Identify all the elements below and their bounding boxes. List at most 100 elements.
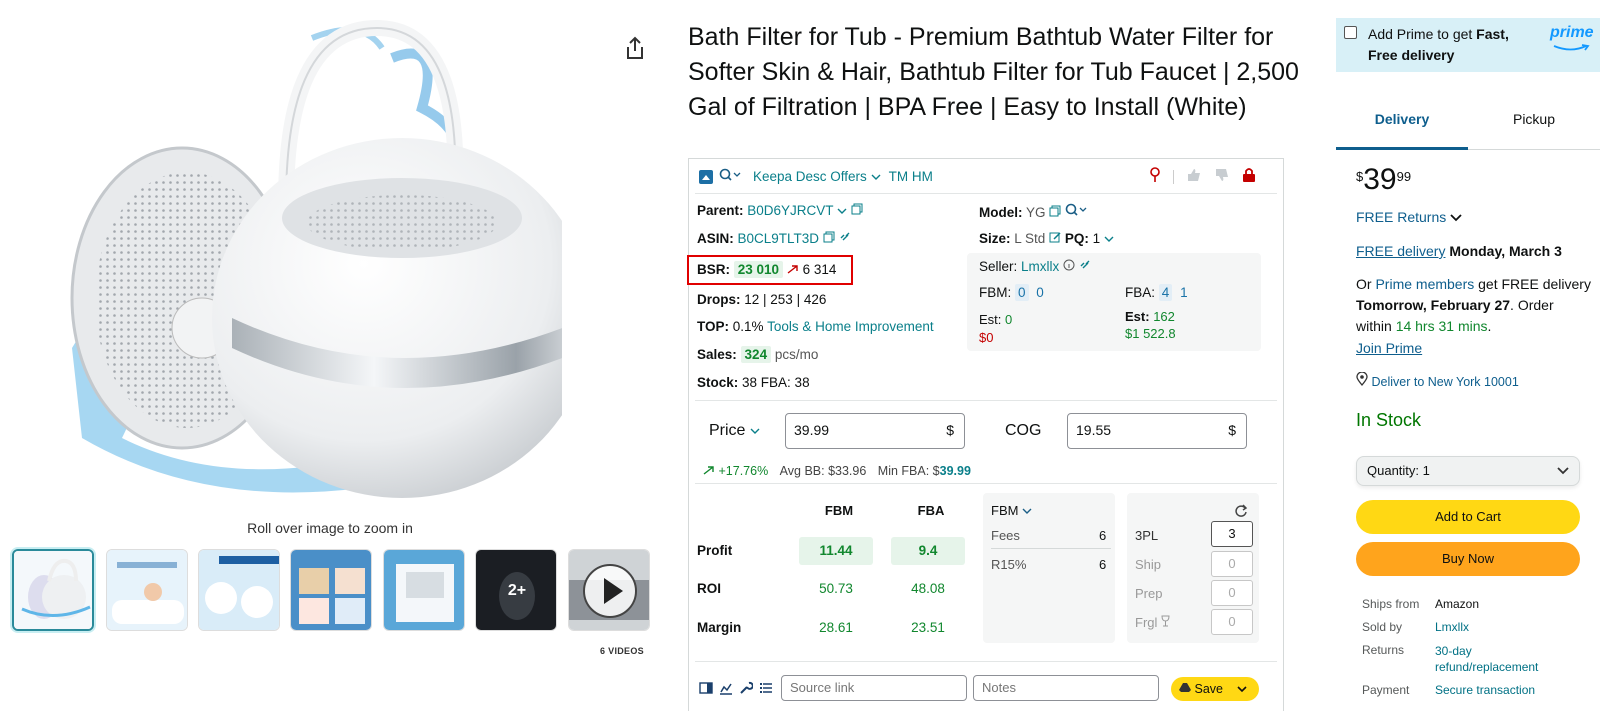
wrench-icon[interactable] — [739, 681, 753, 695]
top-category-link[interactable]: Tools & Home Improvement — [767, 319, 934, 334]
seller-link[interactable]: Lmxllx — [1021, 259, 1059, 274]
info-icon[interactable] — [1063, 259, 1075, 271]
main-product-image[interactable] — [62, 18, 592, 508]
refresh-icon[interactable] — [1234, 504, 1248, 518]
prime-text: Add Prime to get — [1368, 26, 1477, 42]
sales-label: Sales: — [697, 347, 737, 362]
price-type-dropdown[interactable]: Price — [709, 422, 760, 440]
thumbnail-6-more[interactable]: 2+ — [475, 549, 557, 631]
profit-label: Profit — [697, 543, 733, 558]
thumbnail-1[interactable] — [12, 549, 94, 631]
source-link-input[interactable]: Source link — [781, 675, 967, 701]
edit-icon[interactable] — [1049, 231, 1061, 243]
ship-input[interactable]: 0 — [1211, 551, 1253, 577]
thumbnail-4[interactable] — [290, 549, 372, 631]
fees-mode-dropdown[interactable]: FBM — [991, 503, 1032, 518]
toolbar-divider — [1173, 169, 1174, 184]
pin-icon[interactable] — [1149, 167, 1161, 186]
buy-now-button[interactable]: Buy Now — [1356, 542, 1580, 576]
fba-offers-label: FBA: — [1125, 285, 1156, 300]
sales-value: 324 — [740, 346, 772, 363]
sales-unit: pcs/mo — [774, 347, 819, 362]
prep-input[interactable]: 0 — [1211, 580, 1253, 606]
asin-link[interactable]: B0CL9TLT3D — [738, 231, 820, 246]
bsr-trend: 6 314 — [802, 262, 837, 277]
keepa-panel: Keepa Desc Offers TM HM Parent: B0D6YJRC… — [687, 158, 1284, 711]
referral-value: 6 — [1099, 557, 1107, 572]
pq-label: PQ: — [1064, 231, 1089, 246]
currency-symbol: $ — [946, 422, 954, 438]
tab-delivery[interactable]: Delivery — [1336, 104, 1468, 150]
returns-link[interactable]: 30-day refund/replacement — [1435, 643, 1575, 675]
prime-delivery-message: Or Prime members get FREE delivery Tomor… — [1356, 274, 1592, 337]
sidebar-icon[interactable] — [699, 681, 713, 695]
keepa-menu[interactable]: Keepa Desc Offers — [753, 169, 881, 184]
fba-offers-count[interactable]: 4 — [1158, 284, 1173, 301]
prime-members-link[interactable]: Prime members — [1375, 276, 1474, 292]
chevron-down-icon[interactable] — [837, 207, 847, 215]
fbm-offers-count-2[interactable]: 0 — [1036, 285, 1044, 300]
sold-by-label: Sold by — [1362, 620, 1403, 634]
join-prime-link[interactable]: Join Prime — [1356, 338, 1422, 359]
est-label: Est: — [979, 312, 1002, 327]
price-input[interactable]: 39.99 $ — [785, 413, 965, 449]
or-text: Or — [1356, 276, 1376, 292]
col-fba-header: FBA — [917, 503, 945, 518]
payment-link[interactable]: Secure transaction — [1435, 683, 1535, 697]
pq-value[interactable]: 1 — [1093, 231, 1101, 246]
chart-icon[interactable] — [719, 681, 733, 695]
link-icon[interactable] — [1079, 259, 1091, 271]
chevron-down-icon[interactable] — [1104, 235, 1114, 243]
fragile-input[interactable]: 0 — [1211, 609, 1253, 635]
roi-fba: 48.08 — [911, 581, 945, 596]
list-icon[interactable] — [759, 681, 773, 695]
cog-input[interactable]: 19.55 $ — [1067, 413, 1247, 449]
fba-offers-count-2[interactable]: 1 — [1180, 285, 1188, 300]
prime-banner[interactable]: Add Prime to get Fast, Free delivery pri… — [1336, 18, 1600, 72]
deliver-to-link[interactable]: Deliver to New York 10001 — [1356, 371, 1519, 393]
returns-label: Returns — [1362, 643, 1405, 657]
profit-fba: 9.4 — [891, 537, 965, 565]
top-label: TOP: — [697, 319, 730, 334]
free-returns-link[interactable]: FREE Returns — [1356, 207, 1462, 228]
link-icon[interactable] — [839, 231, 851, 243]
copy-icon[interactable] — [851, 203, 863, 215]
thumbs-up-icon[interactable] — [1186, 168, 1202, 185]
deliver-to-label: Deliver to New York 10001 — [1371, 375, 1519, 389]
thumbnail-2[interactable] — [106, 549, 188, 631]
save-label: Save — [1194, 682, 1223, 696]
prime-checkbox[interactable] — [1344, 26, 1357, 39]
fbm-offers-count[interactable]: 0 — [1015, 284, 1029, 301]
tab-pickup[interactable]: Pickup — [1468, 104, 1600, 150]
est-money: $1 522.8 — [1125, 326, 1176, 341]
quantity-select[interactable]: Quantity: 1 — [1356, 456, 1580, 486]
collapse-icon[interactable] — [699, 169, 713, 184]
thumbs-down-icon[interactable] — [1214, 168, 1230, 185]
3pl-input[interactable]: 3 — [1211, 521, 1253, 547]
search-icon[interactable] — [1065, 203, 1087, 217]
notes-input[interactable]: Notes — [973, 675, 1159, 701]
copy-icon[interactable] — [1049, 205, 1061, 217]
free-delivery-link[interactable]: FREE delivery — [1356, 243, 1445, 259]
copy-icon[interactable] — [823, 231, 835, 243]
model-label: Model: — [979, 205, 1023, 220]
add-to-cart-button[interactable]: Add to Cart — [1356, 500, 1580, 534]
fees-mode: FBM — [991, 503, 1019, 518]
thumbnail-3[interactable] — [198, 549, 280, 631]
parent-asin-link[interactable]: B0D6YJRCVT — [747, 203, 833, 218]
product-title: Bath Filter for Tub - Premium Bathtub Wa… — [688, 23, 1299, 121]
sold-by-link[interactable]: Lmxllx — [1435, 620, 1469, 634]
save-dropdown-icon[interactable] — [1237, 677, 1247, 701]
share-icon[interactable] — [624, 36, 646, 60]
est-label: Est: — [1125, 309, 1150, 324]
video-thumbnail[interactable] — [568, 549, 650, 631]
ship-label: Ship — [1135, 557, 1162, 572]
thumbnail-5[interactable] — [383, 549, 465, 631]
search-icon[interactable] — [719, 168, 741, 185]
tm-hm-link[interactable]: TM HM — [889, 169, 933, 184]
price-input-value: 39.99 — [794, 422, 830, 438]
save-button[interactable]: Save — [1171, 677, 1259, 701]
lock-icon[interactable] — [1242, 167, 1256, 186]
bsr-value: 23 010 — [733, 261, 784, 278]
trend-up-icon — [787, 265, 798, 274]
